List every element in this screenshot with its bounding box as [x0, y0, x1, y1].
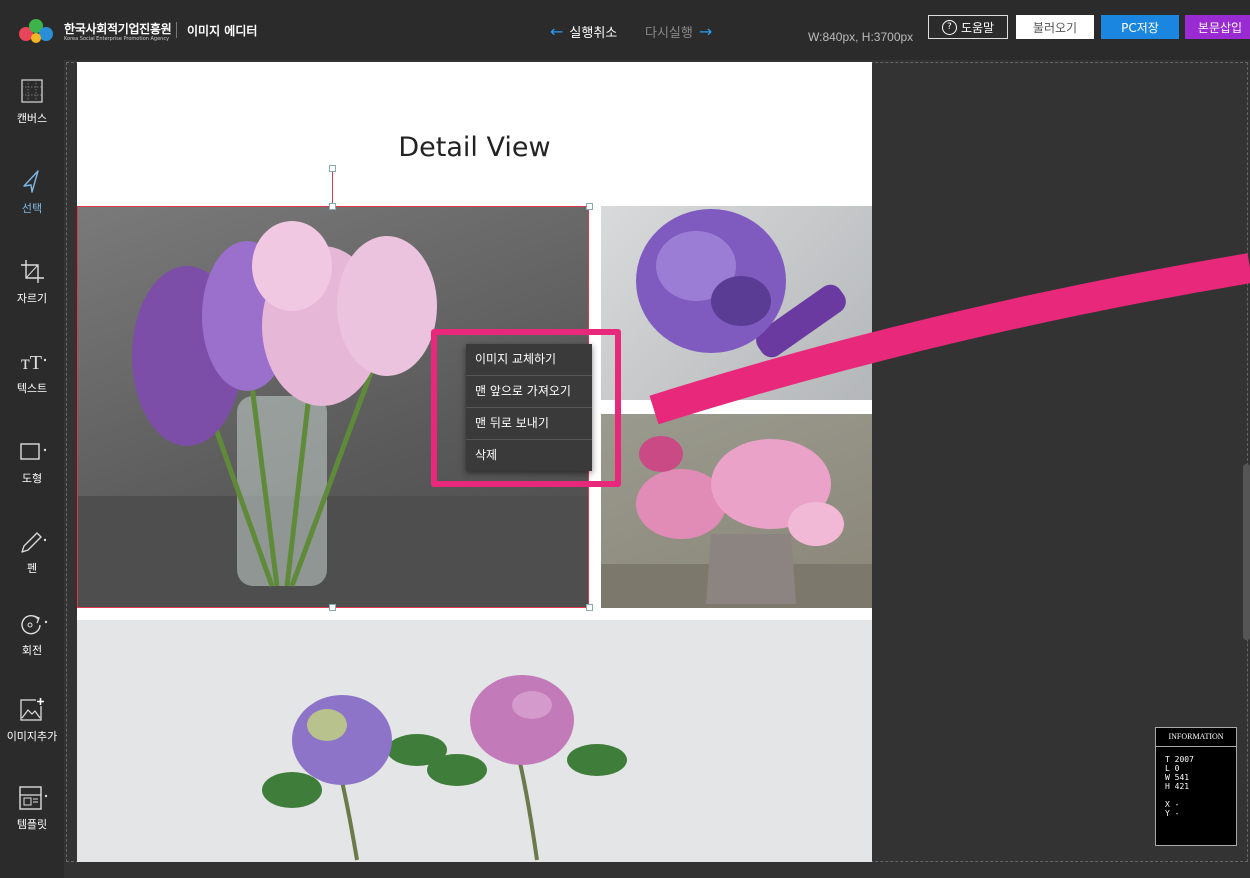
tool-crop[interactable]: 자르기 — [0, 258, 64, 306]
canvas-grid-icon — [21, 79, 43, 103]
tool-sidebar: 캔버스 선택 자르기 тT 텍스트 도형 펜 회전 이미지추가 템플릿 — [0, 60, 64, 878]
tool-add-image[interactable]: 이미지추가 — [0, 696, 64, 744]
pc-save-button[interactable]: PC저장 — [1101, 15, 1179, 39]
rotation-handle[interactable] — [329, 165, 336, 172]
tool-text-label: 텍스트 — [16, 382, 48, 395]
logo-icon — [19, 19, 53, 43]
question-icon: ? — [941, 19, 957, 35]
info-x: X - — [1165, 800, 1180, 809]
add-image-icon — [20, 697, 45, 721]
menu-item-bring-to-front[interactable]: 맨 앞으로 가져오기 — [466, 376, 592, 408]
arrow-right-icon: → — [698, 22, 713, 41]
load-button[interactable]: 불러오기 — [1016, 15, 1094, 39]
text-icon: тT — [21, 352, 47, 374]
tool-select[interactable]: 선택 — [0, 168, 64, 216]
menu-item-delete[interactable]: 삭제 — [466, 440, 592, 471]
app-title: 이미지 에디터 — [187, 24, 258, 38]
rotate-icon — [21, 615, 48, 635]
tool-pen-label: 펜 — [26, 562, 38, 575]
tool-pen[interactable]: 펜 — [0, 528, 64, 576]
info-width: W 541 — [1165, 773, 1190, 782]
undo-label: 실행취소 — [569, 26, 618, 41]
info-y: Y - — [1165, 809, 1180, 818]
canvas-dimensions: W:840px, H:3700px — [808, 30, 914, 44]
resize-handle-top-right[interactable] — [586, 203, 593, 210]
tool-rotate-label: 회전 — [21, 644, 43, 657]
hydrangea-image[interactable] — [77, 620, 872, 862]
cursor-icon — [23, 170, 39, 193]
canvas-title-text[interactable]: Detail View — [77, 132, 872, 163]
shape-icon — [20, 443, 47, 460]
tool-shape[interactable]: 도형 — [0, 438, 64, 486]
redo-button[interactable]: 다시실행 → — [645, 22, 712, 41]
information-panel: INFORMATION T 2007 L 0 W 541 H 421 X - Y… — [1155, 727, 1237, 846]
menu-item-replace-image[interactable]: 이미지 교체하기 — [466, 344, 592, 376]
tool-template-label: 템플릿 — [16, 818, 48, 831]
resize-handle-bottom[interactable] — [329, 604, 336, 611]
top-bar: 한국사회적기업진흥원 Korea Social Enterprise Promo… — [0, 0, 1250, 60]
help-button[interactable]: ? 도움말 — [928, 15, 1008, 39]
header-divider — [176, 22, 177, 38]
menu-item-send-to-back[interactable]: 맨 뒤로 보내기 — [466, 408, 592, 440]
tool-text[interactable]: тT 텍스트 — [0, 348, 64, 396]
resize-handle-top[interactable] — [329, 203, 336, 210]
annotation-arrow — [649, 253, 1250, 425]
undo-button[interactable]: ← 실행취소 — [550, 22, 617, 41]
svg-text:тT: тT — [21, 352, 42, 374]
information-title: INFORMATION — [1156, 728, 1236, 747]
crop-icon — [21, 260, 44, 283]
info-height: H 421 — [1165, 782, 1190, 791]
pen-icon — [21, 532, 47, 553]
tool-canvas[interactable]: 캔버스 — [0, 78, 64, 126]
vertical-scrollbar[interactable] — [1243, 464, 1250, 640]
redo-label: 다시실행 — [645, 26, 693, 41]
tool-add-image-label: 이미지추가 — [6, 730, 58, 743]
tool-select-label: 선택 — [21, 202, 43, 215]
help-label: 도움말 — [960, 20, 995, 35]
tool-shape-label: 도형 — [21, 472, 43, 485]
insert-content-button[interactable]: 본문삽입 — [1185, 15, 1250, 39]
rotation-handle-line — [332, 170, 333, 206]
org-name: 한국사회적기업진흥원 — [64, 22, 172, 36]
org-subtitle: Korea Social Enterprise Promotion Agency — [64, 36, 170, 42]
tool-canvas-label: 캔버스 — [16, 112, 48, 125]
info-top: T 2007 — [1165, 755, 1194, 764]
tool-crop-label: 자르기 — [16, 292, 48, 305]
info-left: L 0 — [1165, 764, 1180, 773]
context-menu: 이미지 교체하기 맨 앞으로 가져오기 맨 뒤로 보내기 삭제 — [466, 344, 592, 471]
arrow-left-icon: ← — [550, 22, 564, 41]
template-icon — [19, 786, 48, 810]
resize-handle-bottom-right[interactable] — [586, 604, 593, 611]
peony-vase-image[interactable] — [601, 414, 872, 608]
tool-template[interactable]: 템플릿 — [0, 784, 64, 832]
tool-rotate[interactable]: 회전 — [0, 610, 64, 658]
